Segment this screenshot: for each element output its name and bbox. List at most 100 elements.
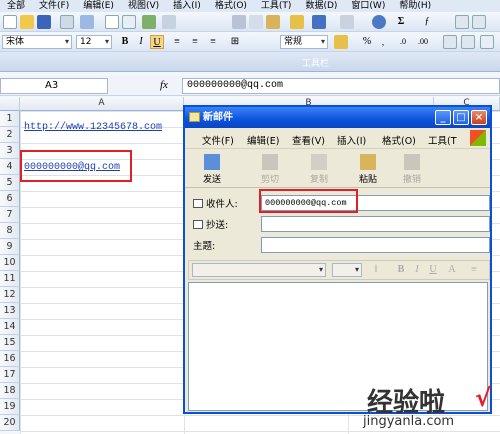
- comma-style-icon[interactable]: ,: [376, 35, 390, 49]
- cc-label[interactable]: 抄送:: [193, 217, 228, 231]
- sort-ascending-icon[interactable]: [455, 15, 469, 29]
- cut-button[interactable]: 剪切: [253, 152, 287, 186]
- row-header[interactable]: 11: [0, 271, 20, 287]
- autosum-icon[interactable]: Σ: [394, 15, 408, 29]
- menu-help[interactable]: 帮助(H): [392, 0, 438, 12]
- menu-file[interactable]: 文件(F): [32, 0, 76, 12]
- bullets-icon[interactable]: ≡: [467, 263, 481, 277]
- redo-icon[interactable]: [340, 15, 354, 29]
- menu-format[interactable]: 格式(O): [208, 0, 254, 12]
- percent-icon[interactable]: %: [360, 35, 374, 49]
- email-icon[interactable]: [80, 15, 94, 29]
- copy-button[interactable]: 复制: [302, 152, 336, 186]
- mail-menu-format[interactable]: 格式(O): [382, 133, 416, 147]
- print-preview-icon[interactable]: [122, 15, 136, 29]
- undo-icon[interactable]: [312, 15, 326, 29]
- row-header[interactable]: 6: [0, 191, 20, 207]
- mail-size-select[interactable]: [332, 263, 362, 277]
- row-header[interactable]: 13: [0, 303, 20, 319]
- row-header[interactable]: 16: [0, 351, 20, 367]
- minimize-button[interactable]: _: [435, 110, 451, 125]
- row-header[interactable]: 15: [0, 335, 20, 351]
- cut-icon[interactable]: [232, 15, 246, 29]
- menu-data[interactable]: 数据(D): [298, 0, 344, 12]
- row-header[interactable]: 14: [0, 319, 20, 335]
- sort-descending-icon[interactable]: [472, 15, 486, 29]
- row-header[interactable]: 9: [0, 239, 20, 255]
- menu-edit[interactable]: 编辑(E): [76, 0, 121, 12]
- mail-italic-icon[interactable]: I: [410, 263, 424, 277]
- menu-tools[interactable]: 工具(T): [254, 0, 299, 12]
- font-size-select[interactable]: 12: [76, 35, 112, 49]
- paste-button[interactable]: 粘贴: [351, 152, 385, 186]
- cc-field[interactable]: [261, 216, 490, 232]
- row-header[interactable]: 4: [0, 159, 20, 175]
- copy-icon[interactable]: [249, 15, 263, 29]
- underline-icon[interactable]: U: [150, 35, 164, 49]
- cell-a1-hyperlink[interactable]: http://www.12345678.com: [24, 122, 162, 133]
- print-icon[interactable]: [105, 15, 119, 29]
- italic-icon[interactable]: I: [134, 35, 148, 49]
- paste-icon[interactable]: [266, 15, 280, 29]
- menu-insert[interactable]: 插入(I): [166, 0, 208, 12]
- row-header[interactable]: 17: [0, 367, 20, 383]
- spelling-icon[interactable]: [142, 15, 156, 29]
- paragraph-style-icon[interactable]: Ⅰ: [369, 263, 383, 277]
- row-header[interactable]: 1: [0, 111, 20, 127]
- currency-icon[interactable]: [334, 35, 348, 49]
- menu-all[interactable]: 全部: [0, 0, 32, 12]
- formula-input[interactable]: 000000000@qq.com: [182, 78, 500, 94]
- bold-icon[interactable]: B: [118, 35, 132, 49]
- row-header[interactable]: 18: [0, 383, 20, 399]
- row-header[interactable]: 7: [0, 207, 20, 223]
- close-button[interactable]: ×: [471, 110, 487, 125]
- align-center-icon[interactable]: ≡: [188, 35, 202, 49]
- mail-titlebar[interactable]: 新邮件 _ □ ×: [185, 107, 490, 128]
- row-header[interactable]: 2: [0, 127, 20, 143]
- decrease-indent-icon[interactable]: [443, 35, 457, 49]
- row-header[interactable]: 20: [0, 415, 20, 431]
- align-right-icon[interactable]: ≡: [206, 35, 220, 49]
- select-all-corner[interactable]: [0, 97, 20, 111]
- research-icon[interactable]: [162, 15, 176, 29]
- hyperlink-icon[interactable]: [372, 15, 386, 29]
- fx-icon[interactable]: fx: [160, 79, 168, 91]
- new-file-icon[interactable]: [3, 15, 17, 29]
- mail-menu-tools[interactable]: 工具(T: [428, 133, 457, 147]
- mail-font-select[interactable]: [192, 263, 326, 277]
- row-header[interactable]: 3: [0, 143, 20, 159]
- borders-icon[interactable]: [480, 35, 494, 49]
- mail-underline-icon[interactable]: U: [426, 263, 440, 277]
- send-button[interactable]: 发送: [195, 152, 229, 186]
- format-painter-icon[interactable]: [290, 15, 304, 29]
- maximize-button[interactable]: □: [453, 110, 469, 125]
- mail-menu-edit[interactable]: 编辑(E): [247, 133, 279, 147]
- to-label[interactable]: 收件人:: [193, 196, 238, 210]
- row-header[interactable]: 12: [0, 287, 20, 303]
- undo-button[interactable]: 撤销: [395, 152, 429, 186]
- mail-bold-icon[interactable]: B: [394, 263, 408, 277]
- mail-menu-insert[interactable]: 插入(I): [337, 133, 366, 147]
- align-left-icon[interactable]: ≡: [170, 35, 184, 49]
- font-name-select[interactable]: 宋体: [2, 35, 72, 49]
- increase-decimal-icon[interactable]: .0: [396, 35, 410, 49]
- column-header-a[interactable]: A: [20, 97, 184, 111]
- permission-icon[interactable]: [60, 15, 74, 29]
- name-box[interactable]: A3: [0, 78, 108, 94]
- decrease-decimal-icon[interactable]: .00: [416, 35, 430, 49]
- mail-menu-view[interactable]: 查看(V): [292, 133, 325, 147]
- row-header[interactable]: 10: [0, 255, 20, 271]
- increase-indent-icon[interactable]: [461, 35, 475, 49]
- mail-menu-file[interactable]: 文件(F): [202, 133, 234, 147]
- font-color-icon[interactable]: A: [445, 263, 459, 277]
- row-header[interactable]: 8: [0, 223, 20, 239]
- function-icon[interactable]: ƒ: [420, 15, 434, 29]
- number-format-select[interactable]: 常规: [280, 35, 328, 49]
- save-icon[interactable]: [37, 15, 51, 29]
- row-header[interactable]: 5: [0, 175, 20, 191]
- row-header[interactable]: 19: [0, 399, 20, 415]
- menu-view[interactable]: 视图(V): [121, 0, 166, 12]
- menu-window[interactable]: 窗口(W): [344, 0, 392, 12]
- open-folder-icon[interactable]: [20, 15, 34, 29]
- subject-field[interactable]: [261, 237, 490, 253]
